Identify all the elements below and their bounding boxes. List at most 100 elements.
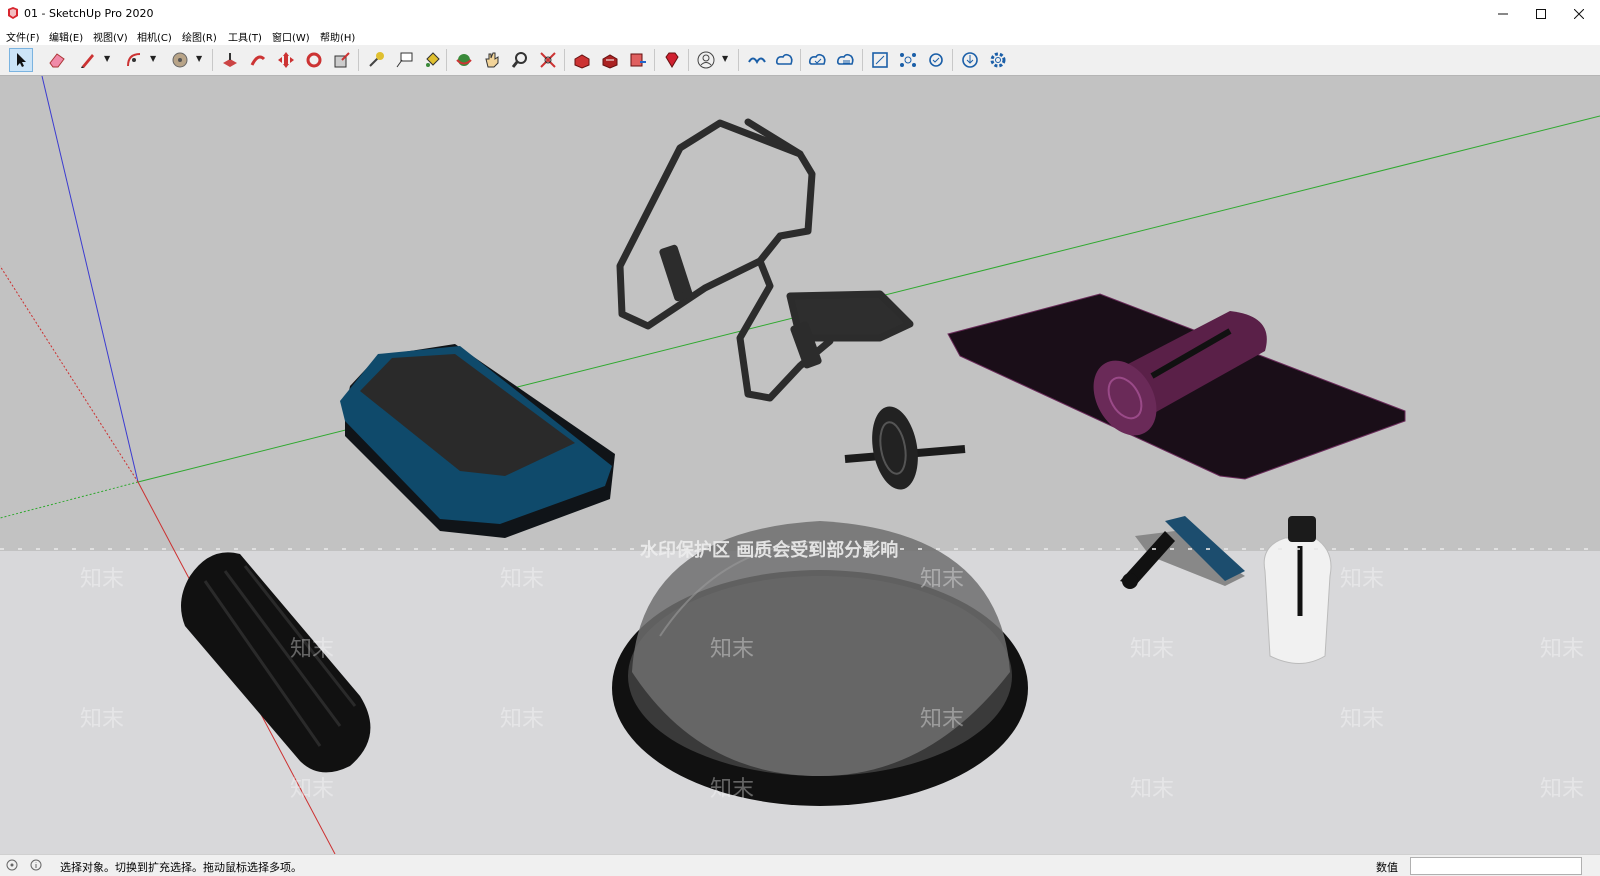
pan-tool-button[interactable] xyxy=(480,48,504,72)
layout-icon xyxy=(630,53,646,67)
orbit-icon xyxy=(456,54,472,66)
menu-help[interactable]: 帮助(H) xyxy=(320,29,355,44)
svg-text:知末: 知末 xyxy=(500,567,544,592)
menu-view[interactable]: 视图(V) xyxy=(93,29,128,44)
menu-tools[interactable]: 工具(T) xyxy=(228,29,262,44)
title-bar: 01 - SketchUp Pro 2020 xyxy=(0,0,1600,28)
window-title: 01 - SketchUp Pro 2020 xyxy=(24,7,154,20)
cloud-sync-button[interactable] xyxy=(806,48,830,72)
menu-camera[interactable]: 相机(C) xyxy=(137,29,172,44)
follow-me-tool-button[interactable] xyxy=(246,48,270,72)
cloud-list-button[interactable] xyxy=(834,48,858,72)
menu-bar: 文件(F) 编辑(E) 视图(V) 相机(C) 绘图(R) 工具(T) 窗口(W… xyxy=(0,28,1600,45)
paint-dropdown-icon[interactable]: ▼ xyxy=(196,54,204,64)
arc-tool-button[interactable] xyxy=(122,48,146,72)
watermark-banner: 水印保护区 画质会受到部分影响 xyxy=(640,539,898,561)
cloud-share-button[interactable] xyxy=(773,48,797,72)
tape-measure-tool-button[interactable] xyxy=(364,48,388,72)
push-pull-tool-button[interactable] xyxy=(218,48,242,72)
eraser-tool-button[interactable] xyxy=(45,48,69,72)
svg-text:知末: 知末 xyxy=(710,777,754,802)
network-button[interactable] xyxy=(896,48,920,72)
menu-edit[interactable]: 编辑(E) xyxy=(49,29,83,44)
eraser-icon xyxy=(49,53,65,68)
material-disc-icon xyxy=(172,52,188,68)
pencil-dropdown-icon[interactable]: ▼ xyxy=(104,54,112,64)
svg-text:知末: 知末 xyxy=(1340,567,1384,592)
rotate-tool-button[interactable] xyxy=(302,48,326,72)
crop-view-button[interactable] xyxy=(868,48,892,72)
minimize-icon xyxy=(1498,13,1508,15)
info-icon[interactable] xyxy=(30,859,42,871)
paint-tool-button[interactable] xyxy=(420,48,444,72)
cloud-share-icon xyxy=(775,53,793,65)
maximize-button[interactable] xyxy=(1522,0,1560,28)
text-tool-button[interactable] xyxy=(392,48,416,72)
move-tool-button[interactable] xyxy=(274,48,298,72)
zoom-extents-icon xyxy=(540,52,556,68)
arc-icon xyxy=(127,53,141,67)
menu-draw[interactable]: 绘图(R) xyxy=(182,29,217,44)
svg-text:知末: 知末 xyxy=(80,567,124,592)
download-button[interactable] xyxy=(958,48,982,72)
gear-icon xyxy=(990,52,1006,68)
modeling-viewport[interactable]: 水印保护区 画质会受到部分影响 知末 知末 知末 知末 知末 知末 知末 知末 … xyxy=(0,76,1600,854)
svg-text:知末: 知末 xyxy=(290,777,334,802)
ruby-console-button[interactable] xyxy=(660,48,684,72)
svg-text:知末: 知末 xyxy=(500,707,544,732)
svg-text:知末: 知末 xyxy=(920,567,964,592)
pencil-tool-button[interactable] xyxy=(76,48,100,72)
account-button[interactable] xyxy=(694,48,718,72)
minimize-button[interactable] xyxy=(1484,0,1522,28)
svg-text:知末: 知末 xyxy=(1540,777,1584,802)
send-to-layout-button[interactable] xyxy=(626,48,650,72)
move-arrows-icon xyxy=(278,52,294,68)
svg-text:知末: 知末 xyxy=(1340,707,1384,732)
close-icon xyxy=(1574,9,1584,19)
network-nodes-icon xyxy=(900,53,916,67)
tape-measure-icon xyxy=(369,52,384,67)
close-button[interactable] xyxy=(1560,0,1598,28)
follow-me-icon xyxy=(250,55,266,66)
svg-text:知末: 知末 xyxy=(710,637,754,662)
measurements-label: 数值 xyxy=(1376,861,1398,874)
settings-button[interactable] xyxy=(986,48,1010,72)
warehouse-icon xyxy=(574,54,590,69)
magnifier-icon xyxy=(511,52,527,68)
menu-window[interactable]: 窗口(W) xyxy=(272,29,310,44)
crop-frame-icon xyxy=(872,52,888,68)
svg-text:知末: 知末 xyxy=(920,707,964,732)
text-label-icon xyxy=(396,52,413,68)
extension-warehouse-button[interactable] xyxy=(598,48,622,72)
arc-dropdown-icon[interactable]: ▼ xyxy=(150,54,158,64)
orbit-tool-button[interactable] xyxy=(452,48,476,72)
3d-warehouse-button[interactable] xyxy=(570,48,594,72)
status-hint: 选择对象。切换到扩充选择。拖动鼠标选择多项。 xyxy=(60,861,302,874)
pencil-icon xyxy=(81,54,94,68)
account-dropdown-icon[interactable]: ▼ xyxy=(722,54,730,64)
trimble-connect-button[interactable] xyxy=(745,48,769,72)
hand-icon xyxy=(485,52,499,68)
zoom-extents-tool-button[interactable] xyxy=(536,48,560,72)
main-toolbar: ▼ ▼ ▼ ▼ xyxy=(0,45,1600,76)
push-pull-icon xyxy=(223,53,237,67)
cloud-list-icon xyxy=(836,53,854,65)
maximize-icon xyxy=(1536,9,1546,19)
paint-bucket-tool-button[interactable] xyxy=(168,48,192,72)
menu-file[interactable]: 文件(F) xyxy=(6,29,40,44)
scale-tool-button[interactable] xyxy=(330,48,354,72)
svg-text:知末: 知末 xyxy=(1130,777,1174,802)
sketchup-logo-icon xyxy=(8,7,18,19)
cloud-link-icon xyxy=(748,57,766,65)
select-tool-button[interactable] xyxy=(9,48,33,72)
svg-text:知末: 知末 xyxy=(290,637,334,662)
arrow-cursor-icon xyxy=(17,53,26,67)
geolocation-icon[interactable] xyxy=(6,859,18,871)
zoom-tool-button[interactable] xyxy=(508,48,532,72)
refresh-check-button[interactable] xyxy=(924,48,948,72)
ruby-gem-icon xyxy=(665,52,679,68)
svg-text:知末: 知末 xyxy=(1130,637,1174,662)
status-bar: 选择对象。切换到扩充选择。拖动鼠标选择多项。 数值 xyxy=(0,854,1600,876)
measurements-input[interactable] xyxy=(1410,857,1582,875)
user-avatar-icon xyxy=(697,51,715,69)
